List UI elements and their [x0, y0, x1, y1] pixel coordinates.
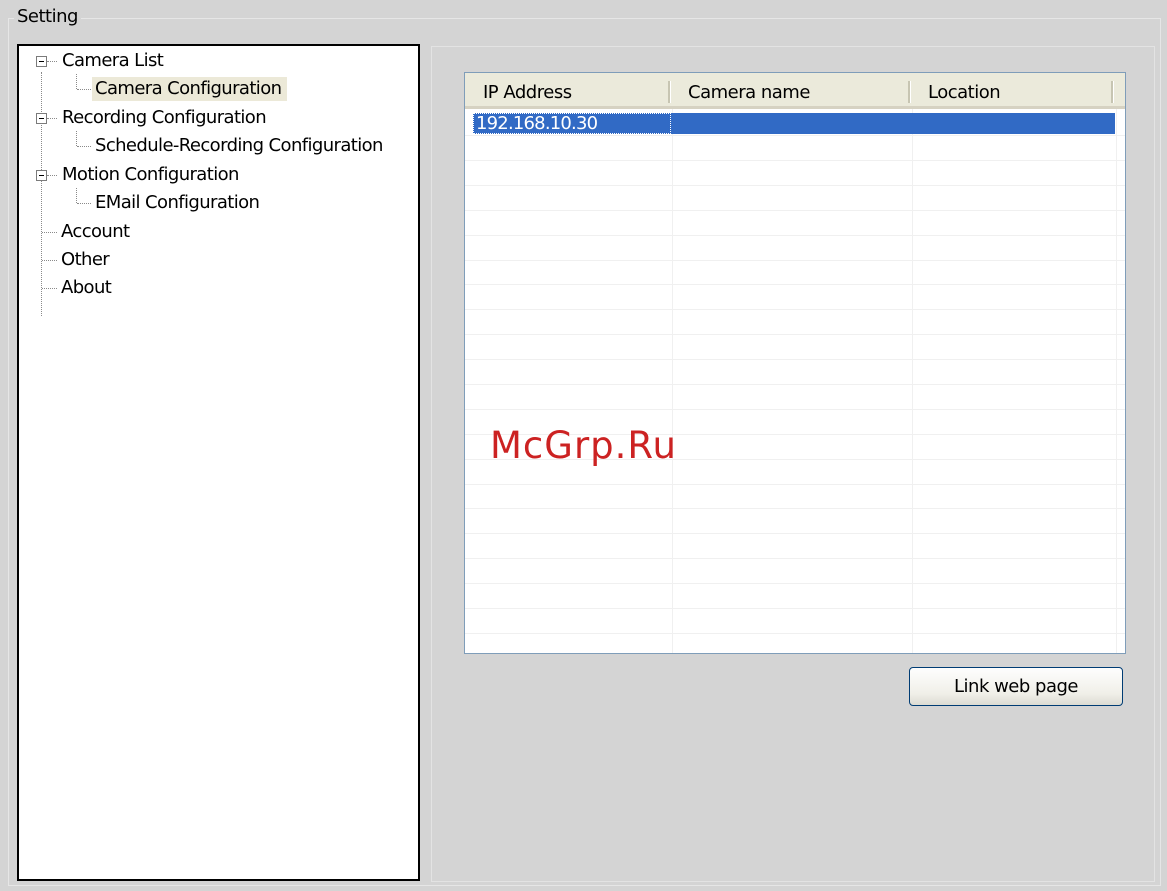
cell-ip-address[interactable]: 192.168.10.30 [473, 113, 676, 134]
tree-root-line [41, 72, 42, 316]
tree-item-email-configuration[interactable]: EMail Configuration [95, 191, 260, 215]
grid-row-line [465, 484, 1125, 485]
column-header-location[interactable]: Location [910, 73, 1110, 106]
grid-row-line [465, 210, 1125, 211]
tree-item-about[interactable]: About [61, 276, 112, 300]
tree-branch-line [47, 61, 57, 62]
tree-item-camera-list[interactable]: Camera List [62, 49, 164, 73]
grid-column-line [1116, 109, 1117, 653]
grid-row-line [465, 235, 1125, 236]
grid-row-line [465, 409, 1125, 410]
tree-branch-line [77, 146, 91, 147]
grid-row-line [465, 533, 1125, 534]
grid-row-line [465, 284, 1125, 285]
grid-row-line [465, 633, 1125, 634]
collapse-icon[interactable] [36, 113, 47, 124]
grid-row-line [465, 608, 1125, 609]
column-resize-handle[interactable] [1111, 81, 1114, 103]
tree-item-recording-configuration[interactable]: Recording Configuration [62, 106, 267, 130]
grid-row-line [465, 185, 1125, 186]
grid-column-line [672, 109, 673, 653]
grid-row-line [465, 583, 1125, 584]
tree-branch-line [42, 288, 57, 289]
settings-tree[interactable]: Camera List Camera Configuration Recordi… [17, 44, 420, 881]
link-web-page-button[interactable]: Link web page [909, 667, 1123, 706]
column-header-ip-address[interactable]: IP Address [465, 73, 670, 106]
grid-row-line [465, 260, 1125, 261]
tree-branch-line [76, 131, 77, 146]
grid-row-line [465, 160, 1125, 161]
grid-row-line [465, 135, 1125, 136]
tree-branch-line [77, 89, 91, 90]
grid-row-line [465, 558, 1125, 559]
settings-group-title: Setting [14, 6, 81, 27]
grid-row-line [465, 384, 1125, 385]
grid-row-line [465, 309, 1125, 310]
grid-row-line [465, 508, 1125, 509]
tree-branch-line [47, 175, 57, 176]
cell-location[interactable] [913, 113, 1116, 134]
tree-item-motion-configuration[interactable]: Motion Configuration [62, 163, 239, 187]
grid-row-line [465, 334, 1125, 335]
tree-branch-line [76, 74, 77, 89]
collapse-icon[interactable] [36, 170, 47, 181]
watermark-text: McGrp.Ru [490, 424, 677, 467]
tree-item-camera-configuration[interactable]: Camera Configuration [92, 77, 288, 101]
collapse-icon[interactable] [36, 56, 47, 67]
cell-camera-name[interactable] [673, 113, 916, 134]
tree-branch-line [76, 188, 77, 203]
table-header: IP Address Camera name Location [465, 73, 1125, 109]
tree-branch-line [42, 232, 57, 233]
tree-branch-line [47, 118, 57, 119]
tree-item-other[interactable]: Other [61, 248, 110, 272]
camera-list-table[interactable]: IP Address Camera name Location 192.168.… [464, 72, 1126, 654]
grid-row-line [465, 359, 1125, 360]
column-header-camera-name[interactable]: Camera name [670, 73, 910, 106]
tree-item-schedule-recording-configuration[interactable]: Schedule-Recording Configuration [95, 134, 383, 158]
tree-item-account[interactable]: Account [61, 220, 130, 244]
tree-branch-line [77, 203, 91, 204]
tree-branch-line [42, 260, 57, 261]
grid-column-line [912, 109, 913, 653]
